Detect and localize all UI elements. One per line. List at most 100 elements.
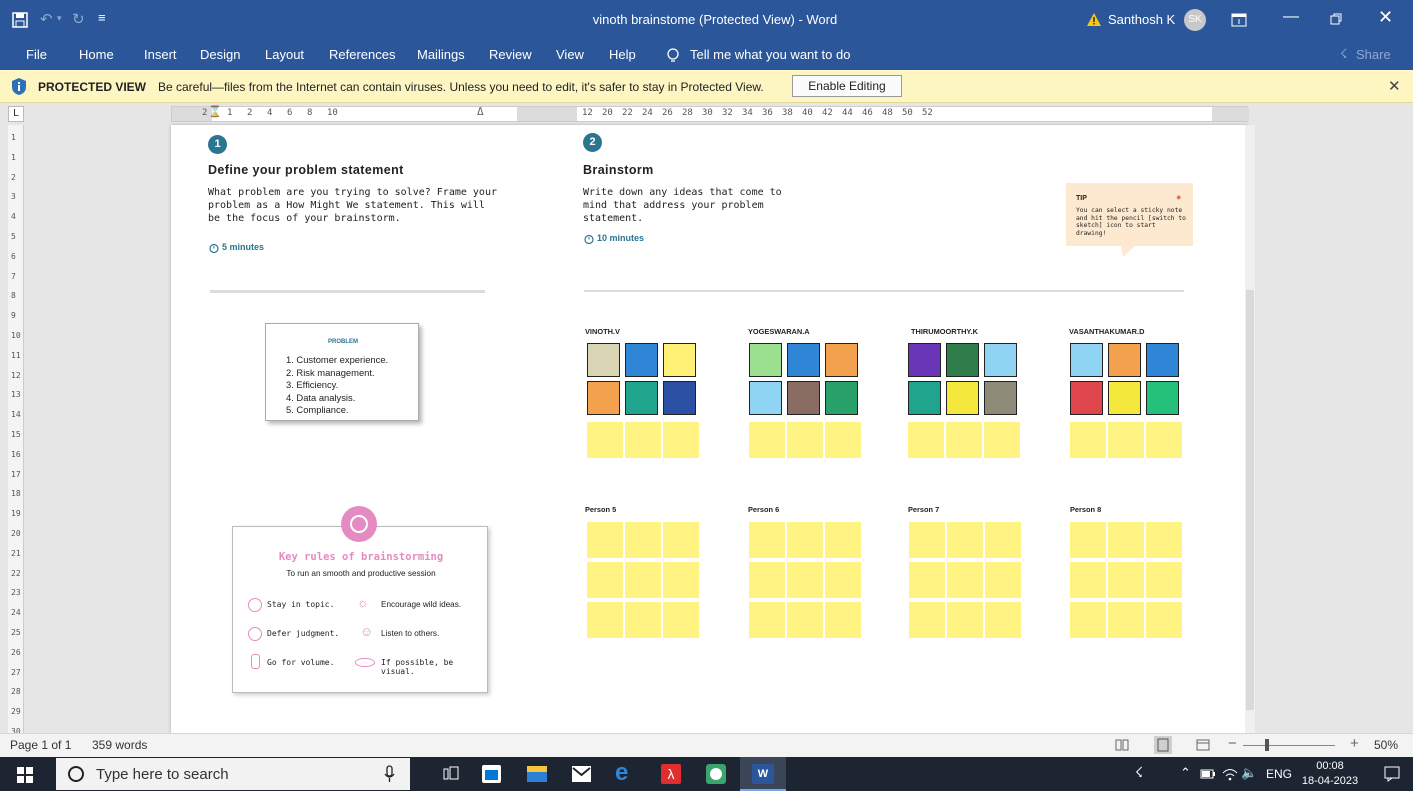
acrobat-icon[interactable]: λ <box>661 764 681 784</box>
zoom-slider-thumb[interactable] <box>1265 739 1269 751</box>
sticky-note[interactable] <box>1070 343 1103 377</box>
empty-sticky-note[interactable] <box>1146 522 1182 558</box>
empty-sticky-note[interactable] <box>587 562 623 598</box>
sticky-note[interactable] <box>946 381 979 415</box>
sticky-note[interactable] <box>749 343 782 377</box>
sticky-note[interactable] <box>908 343 941 377</box>
tell-me-search[interactable]: Tell me what you want to do <box>690 47 850 62</box>
search-box[interactable]: Type here to search <box>56 758 410 790</box>
tab-review[interactable]: Review <box>489 47 532 62</box>
sticky-note[interactable] <box>908 381 941 415</box>
battery-icon[interactable] <box>1200 768 1216 780</box>
empty-sticky-note[interactable] <box>909 602 945 638</box>
empty-sticky-note[interactable] <box>1070 522 1106 558</box>
empty-sticky-note[interactable] <box>985 522 1021 558</box>
empty-sticky-note[interactable] <box>1146 602 1182 638</box>
user-name[interactable]: Santhosh K <box>1108 12 1175 27</box>
vertical-ruler[interactable]: 1 1 2 3 4 5 6 7 8 9 10 11 12 13 14 15 16 17 18 19 20 21 22 23 24… <box>8 125 24 736</box>
empty-sticky-note[interactable] <box>985 562 1021 598</box>
share-icon[interactable]: ☇ <box>1340 46 1347 62</box>
ribbon-display-options-icon[interactable] <box>1231 13 1247 27</box>
empty-sticky-note[interactable] <box>947 562 983 598</box>
close-window-icon[interactable]: ✕ <box>1378 7 1393 28</box>
sticky-note[interactable] <box>663 381 696 415</box>
volume-icon[interactable]: 🔈 <box>1241 765 1257 781</box>
print-layout-icon[interactable] <box>1154 736 1172 754</box>
notifications-icon[interactable] <box>1384 766 1400 782</box>
empty-sticky-note[interactable] <box>1070 602 1106 638</box>
empty-sticky-note[interactable] <box>1108 602 1144 638</box>
sticky-note[interactable] <box>1070 381 1103 415</box>
tab-view[interactable]: View <box>556 47 584 62</box>
empty-sticky-note[interactable] <box>909 522 945 558</box>
undo-dropdown-icon[interactable]: ▾ <box>57 13 62 24</box>
sticky-note[interactable] <box>787 343 820 377</box>
empty-sticky-note[interactable] <box>587 422 623 458</box>
sticky-note[interactable] <box>663 343 696 377</box>
customize-qat-icon[interactable]: ≡ <box>98 10 106 25</box>
read-mode-icon[interactable] <box>1115 739 1129 751</box>
restore-icon[interactable] <box>1330 13 1343 26</box>
tab-selector[interactable]: L <box>8 106 24 122</box>
empty-sticky-note[interactable] <box>787 602 823 638</box>
sticky-note[interactable] <box>984 343 1017 377</box>
empty-sticky-note[interactable] <box>749 522 785 558</box>
sticky-note[interactable] <box>1146 381 1179 415</box>
empty-sticky-note[interactable] <box>663 602 699 638</box>
windows-start-icon[interactable] <box>17 767 33 783</box>
empty-sticky-note[interactable] <box>985 602 1021 638</box>
sticky-note[interactable] <box>625 343 658 377</box>
sticky-note[interactable] <box>946 343 979 377</box>
word-count[interactable]: 359 words <box>92 738 147 752</box>
tab-file[interactable]: File <box>26 47 47 62</box>
show-hidden-icons[interactable]: ⌃ <box>1180 765 1191 781</box>
empty-sticky-note[interactable] <box>825 422 861 458</box>
empty-sticky-note[interactable] <box>1108 522 1144 558</box>
empty-sticky-note[interactable] <box>787 522 823 558</box>
tab-help[interactable]: Help <box>609 47 636 62</box>
empty-sticky-note[interactable] <box>587 522 623 558</box>
avatar[interactable]: SK <box>1184 9 1206 31</box>
word-taskbar-button[interactable]: W <box>740 757 786 791</box>
app-icon[interactable] <box>706 764 726 784</box>
empty-sticky-note[interactable] <box>625 422 661 458</box>
zoom-slider[interactable] <box>1243 745 1335 746</box>
empty-sticky-note[interactable] <box>749 602 785 638</box>
empty-sticky-note[interactable] <box>1108 422 1144 458</box>
file-explorer-icon[interactable] <box>527 766 547 782</box>
sticky-note[interactable] <box>787 381 820 415</box>
empty-sticky-note[interactable] <box>908 422 944 458</box>
empty-sticky-note[interactable] <box>946 422 982 458</box>
empty-sticky-note[interactable] <box>947 522 983 558</box>
clock-date[interactable]: 18-04-2023 <box>1297 775 1363 787</box>
empty-sticky-note[interactable] <box>625 602 661 638</box>
store-icon[interactable] <box>482 765 501 783</box>
empty-sticky-note[interactable] <box>825 562 861 598</box>
zoom-out-button[interactable]: − <box>1228 735 1237 752</box>
empty-sticky-note[interactable] <box>749 562 785 598</box>
empty-sticky-note[interactable] <box>1146 562 1182 598</box>
sticky-note[interactable] <box>625 381 658 415</box>
empty-sticky-note[interactable] <box>1070 562 1106 598</box>
empty-sticky-note[interactable] <box>1070 422 1106 458</box>
vertical-scrollbar[interactable] <box>1245 125 1255 733</box>
language-indicator[interactable]: ENG <box>1266 767 1292 781</box>
empty-sticky-note[interactable] <box>663 422 699 458</box>
edge-icon[interactable]: e <box>615 759 628 787</box>
empty-sticky-note[interactable] <box>749 422 785 458</box>
sticky-note[interactable] <box>587 381 620 415</box>
document-page[interactable]: 1 Define your problem statement What pro… <box>171 125 1248 733</box>
dismiss-icon[interactable]: ✕ <box>1388 77 1401 95</box>
empty-sticky-note[interactable] <box>825 522 861 558</box>
tab-home[interactable]: Home <box>79 47 114 62</box>
zoom-level[interactable]: 50% <box>1374 738 1398 752</box>
sticky-note[interactable] <box>1146 343 1179 377</box>
tab-insert[interactable]: Insert <box>144 47 177 62</box>
empty-sticky-note[interactable] <box>947 602 983 638</box>
page-count[interactable]: Page 1 of 1 <box>10 738 71 752</box>
minimize-icon[interactable]: — <box>1283 8 1299 26</box>
wifi-icon[interactable] <box>1222 767 1238 781</box>
empty-sticky-note[interactable] <box>625 522 661 558</box>
sticky-note[interactable] <box>1108 381 1141 415</box>
enable-editing-button[interactable]: Enable Editing <box>792 75 902 97</box>
